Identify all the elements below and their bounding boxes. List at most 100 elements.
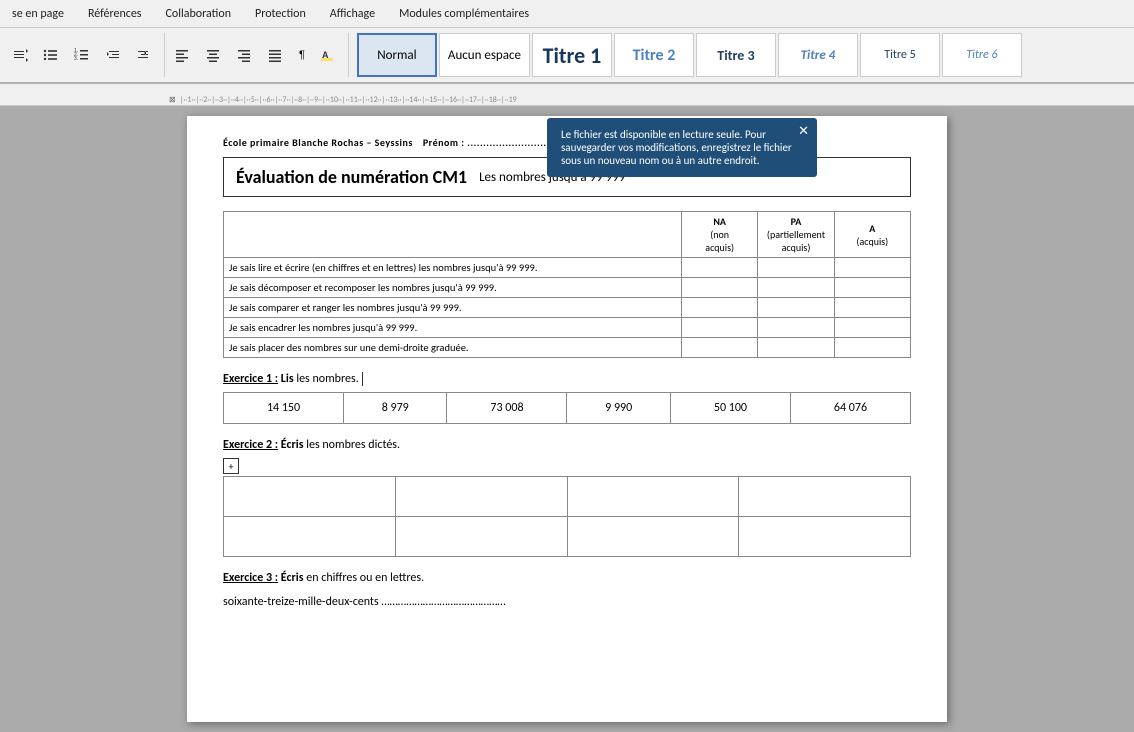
align-center-button[interactable] [200,41,228,69]
comp-header-a: A(acquis) [834,212,910,258]
write-box-5[interactable] [224,517,396,557]
menu-modules[interactable]: Modules complémentaires [395,5,533,23]
comp-pa-2 [758,278,834,298]
ex3-line: soixante-treize-mille-deux-cents …………………… [223,595,911,609]
comp-row-1: Je sais lire et écrire (en chiffres et e… [224,258,682,278]
write-box-4[interactable] [739,477,911,517]
indent-increase-button[interactable] [99,41,127,69]
write-box-8[interactable] [739,517,911,557]
menu-protection[interactable]: Protection [251,5,310,23]
number-5: 50 100 [670,393,790,424]
ex2-verb: Écris [281,438,304,452]
expand-icon[interactable]: + [223,458,239,474]
write-box-7[interactable] [567,517,739,557]
ex1-text: les nombres. [296,372,358,386]
ex2-label: Exercice 2 : [223,438,278,452]
style-titre3[interactable]: Titre 3 [696,33,776,77]
comp-a-1 [834,258,910,278]
align-justify-button[interactable] [262,41,290,69]
page: Le fichier est disponible en lecture seu… [187,116,947,722]
ribbon: 1.2.3. ¶ A Normal Aucun espace Titre 1 [0,28,1134,84]
exercise-1-title: Exercice 1 : Lis les nombres. [223,372,911,386]
style-titre2[interactable]: Titre 2 [614,33,694,77]
write-box-3[interactable] [567,477,739,517]
comp-pa-1 [758,258,834,278]
style-normal[interactable]: Normal [357,33,437,77]
comp-na-1 [682,258,758,278]
ex3-text: en chiffres ou en lettres. [306,571,424,585]
comp-a-2 [834,278,910,298]
ex1-verb: Lis [281,372,294,386]
comp-a-3 [834,298,910,318]
write-box-2[interactable] [395,477,567,517]
ex3-verb: Écris [281,571,304,585]
number-2: 8 979 [344,393,447,424]
write-box-1[interactable] [224,477,396,517]
write-box-6[interactable] [395,517,567,557]
number-6: 64 076 [790,393,910,424]
eval-title-main: Évaluation de numération CM1 [236,166,467,188]
comp-row-5: Je sais placer des nombres sur une demi-… [224,338,682,358]
comp-row-2: Je sais décomposer et recomposer les nom… [224,278,682,298]
comp-header-skill [224,212,682,258]
indent-decrease-button[interactable] [130,41,158,69]
style-titre4[interactable]: Titre 4 [778,33,858,77]
comp-pa-5 [758,338,834,358]
numbered-list-button[interactable]: 1.2.3. [68,41,96,69]
ribbon-group-indent: 1.2.3. [6,33,165,77]
table-row: Je sais lire et écrire (en chiffres et e… [224,258,911,278]
school-name: École primaire Blanche Rochas – Seyssins [223,136,413,149]
table-row: Je sais décomposer et recomposer les nom… [224,278,911,298]
menu-mise-en-page[interactable]: se en page [8,5,68,23]
document-area: Le fichier est disponible en lecture seu… [0,106,1134,732]
comp-a-5 [834,338,910,358]
ribbon-group-align: ¶ A [169,33,349,77]
align-left-button[interactable] [169,41,197,69]
style-titre6[interactable]: Titre 6 [942,33,1022,77]
notification-popup: Le fichier est disponible en lecture seu… [547,118,817,177]
line-spacing-button[interactable] [6,41,34,69]
text-cursor [362,372,363,386]
comp-header-na: NA(nonacquis) [682,212,758,258]
table-row: Je sais encadrer les nombres jusqu'à 99 … [224,318,911,338]
style-titre5[interactable]: Titre 5 [860,33,940,77]
exercise-2-title: Exercice 2 : Écris les nombres dictés. [223,438,911,452]
paragraph-button[interactable]: ¶ [293,41,311,69]
comp-pa-4 [758,318,834,338]
menu-affichage[interactable]: Affichage [326,5,379,23]
number-4: 9 990 [567,393,670,424]
ruler: ⊠ |··1··|··2··|··3··|··4··|··5··|··6··|·… [0,84,1134,106]
bullet-list-button[interactable] [37,41,65,69]
ex3-label: Exercice 3 : [223,571,278,585]
table-row: Je sais placer des nombres sur une demi-… [224,338,911,358]
comp-na-5 [682,338,758,358]
comp-row-3: Je sais comparer et ranger les nombres j… [224,298,682,318]
competencies-table: NA(nonacquis) PA(partiellementacquis) A(… [223,211,911,358]
exercise-3-title: Exercice 3 : Écris en chiffres ou en let… [223,571,911,585]
prenom-field: Prénom : ............................... [423,136,566,149]
highlight-button[interactable]: A [314,41,342,69]
svg-text:A: A [322,50,329,60]
comp-na-3 [682,298,758,318]
numbers-table: 14 150 8 979 73 008 9 990 50 100 64 076 [223,392,911,424]
menu-bar: se en page Références Collaboration Prot… [0,0,1134,28]
ex2-text: les nombres dictés. [306,438,400,452]
style-aucun-espace[interactable]: Aucun espace [439,33,530,77]
menu-references[interactable]: Références [84,5,146,23]
table-row: Je sais comparer et ranger les nombres j… [224,298,911,318]
notification-close-button[interactable]: ✕ [798,124,809,139]
align-right-button[interactable] [231,41,259,69]
svg-text:3.: 3. [74,56,78,62]
comp-a-4 [834,318,910,338]
comp-na-2 [682,278,758,298]
comp-header-pa: PA(partiellementacquis) [758,212,834,258]
number-1: 14 150 [224,393,344,424]
comp-pa-3 [758,298,834,318]
menu-collaboration[interactable]: Collaboration [161,5,235,23]
style-titre1[interactable]: Titre 1 [532,33,612,77]
writing-table [223,476,911,557]
comp-row-4: Je sais encadrer les nombres jusqu'à 99 … [224,318,682,338]
notification-message: Le fichier est disponible en lecture seu… [561,128,792,167]
comp-na-4 [682,318,758,338]
number-3: 73 008 [447,393,567,424]
